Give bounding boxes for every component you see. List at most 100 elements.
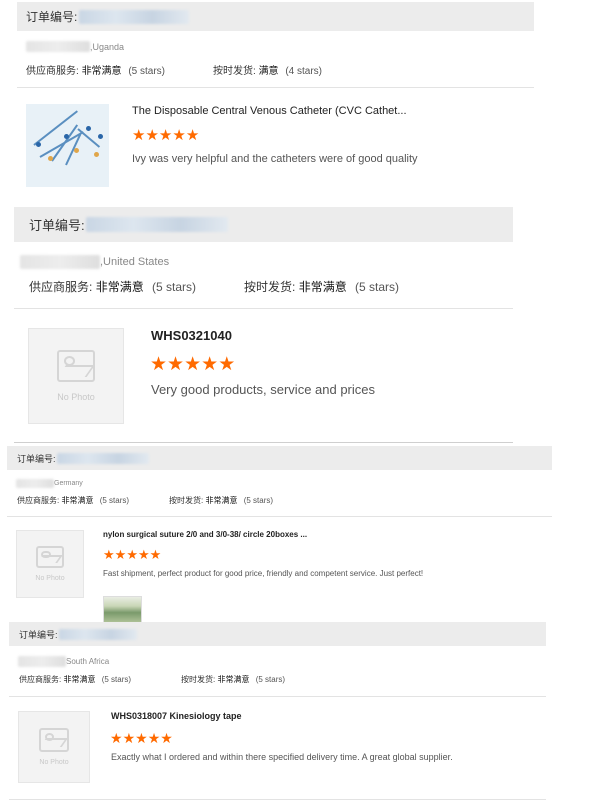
on-time-delivery-label: 按时发货: [169,496,204,505]
on-time-delivery-value: 非常满意 [217,675,250,684]
review-attachment-image[interactable] [103,596,142,624]
supplier-service-value: 非常满意 [81,66,122,77]
order-number-label: 订单编号: [17,453,56,464]
supplier-service-stars: (5 stars) [128,66,166,77]
star-icon: ★ [150,354,168,375]
ratings-line: 供应商服务: 非常满意 (5 stars) [19,674,131,685]
delivery-line: 按时发货: 非常满意 (5 stars) [181,674,285,685]
star-icon: ★ [135,730,148,746]
star-icon: ★ [114,547,127,562]
star-icon: ★ [147,730,161,746]
order-number-redacted [56,452,149,464]
ratings-line: 供应商服务: 非常满意 (5 stars) [29,278,196,295]
rating-stars: ★ ★ ★ ★ ★ [132,128,199,143]
on-time-delivery-stars: (4 stars) [285,66,323,77]
divider [14,308,513,309]
star-icon: ★ [126,547,138,562]
supplier-service-label: 供应商服务: [29,280,93,294]
product-image-placeholder[interactable]: No Photo [28,328,124,424]
rating-stars: ★ ★ ★ ★ ★ [150,355,235,374]
buyer-country: ,United States [100,256,170,268]
supplier-service-value: 非常满意 [61,496,94,505]
product-title-link[interactable]: WHS0318007 Kinesiology tape [111,711,411,721]
review-comment: Exactly what I ordered and within there … [111,752,453,762]
star-icon: ★ [149,547,162,562]
no-photo-label: No Photo [39,759,69,766]
order-number-redacted [79,9,190,24]
star-icon: ★ [110,730,123,746]
star-icon: ★ [132,127,146,144]
star-icon: ★ [201,354,219,375]
order-number-bar: 订单编号: [9,622,546,646]
star-icon: ★ [122,730,136,746]
divider [17,87,534,88]
buyer-name-redacted [26,41,90,52]
delivery-line: 按时发货: 满意 (4 stars) [213,62,322,77]
supplier-service-value: 非常满意 [63,675,96,684]
on-time-delivery-value: 满意 [258,66,279,77]
supplier-service-stars: (5 stars) [152,280,197,294]
star-icon: ★ [145,127,159,144]
product-image-placeholder[interactable]: No Photo [16,530,84,598]
ratings-line: 供应商服务: 非常满意 (5 stars) [17,495,129,506]
delivery-line: 按时发货: 非常满意 (5 stars) [244,278,399,295]
on-time-delivery-stars: (5 stars) [355,280,400,294]
order-number-redacted [58,628,137,640]
on-time-delivery-stars: (5 stars) [255,675,286,684]
delivery-line: 按时发货: 非常满意 (5 stars) [169,495,273,506]
supplier-service-value: 非常满意 [95,280,144,294]
star-icon: ★ [185,127,200,144]
order-number-redacted [85,217,228,232]
image-placeholder-icon [39,728,69,752]
buyer-country: Germany [54,480,83,487]
order-number-label: 订单编号: [26,10,78,24]
product-title-link[interactable]: The Disposable Central Venous Catheter (… [132,105,432,117]
review-comment: Fast shipment, perfect product for good … [103,569,424,578]
on-time-delivery-label: 按时发货: [181,675,216,684]
buyer-country: ,Uganda [90,41,125,52]
divider [9,799,546,800]
star-icon: ★ [158,127,173,144]
order-number-bar: 订单编号: [17,2,534,31]
supplier-service-label: 供应商服务: [19,675,62,684]
buyer-name-redacted [20,255,100,269]
buyer-location: ,United States [20,255,169,269]
star-icon: ★ [137,547,150,562]
divider [7,516,552,517]
review-comment: Ivy was very helpful and the catheters w… [132,153,418,165]
supplier-service-label: 供应商服务: [17,496,60,505]
star-icon: ★ [103,547,115,562]
on-time-delivery-label: 按时发货: [244,280,296,294]
star-icon: ★ [167,354,185,375]
image-placeholder-icon [57,350,95,382]
on-time-delivery-label: 按时发货: [213,66,256,77]
no-photo-label: No Photo [57,392,95,402]
on-time-delivery-value: 非常满意 [298,280,347,294]
product-title-link[interactable]: nylon surgical suture 2/0 and 3/0-38/ ci… [103,530,423,539]
supplier-service-stars: (5 stars) [101,675,132,684]
product-image[interactable] [26,104,109,187]
ratings-line: 供应商服务: 非常满意 (5 stars) [26,62,165,77]
star-icon: ★ [160,730,173,746]
buyer-location: South Africa [18,656,109,667]
buyer-location: ,Uganda [26,41,124,52]
product-image-placeholder[interactable]: No Photo [18,711,90,783]
on-time-delivery-stars: (5 stars) [243,496,274,505]
order-number-bar: 订单编号: [14,207,513,242]
supplier-service-label: 供应商服务: [26,66,79,77]
star-icon: ★ [184,354,202,375]
rating-stars: ★ ★ ★ ★ ★ [110,731,173,745]
review-comment: Very good products, service and prices [151,382,376,397]
order-number-bar: 订单编号: [7,446,552,470]
no-photo-label: No Photo [35,575,65,582]
on-time-delivery-value: 非常满意 [205,496,238,505]
buyer-country: South Africa [66,657,110,666]
star-icon: ★ [218,354,236,375]
buyer-name-redacted [18,656,66,667]
product-title-link[interactable]: WHS0321040 [151,328,491,343]
order-number-label: 订单编号: [19,629,58,640]
divider [9,696,546,697]
buyer-name-redacted [16,479,54,488]
star-icon: ★ [172,127,186,144]
order-number-label: 订单编号: [29,218,85,233]
